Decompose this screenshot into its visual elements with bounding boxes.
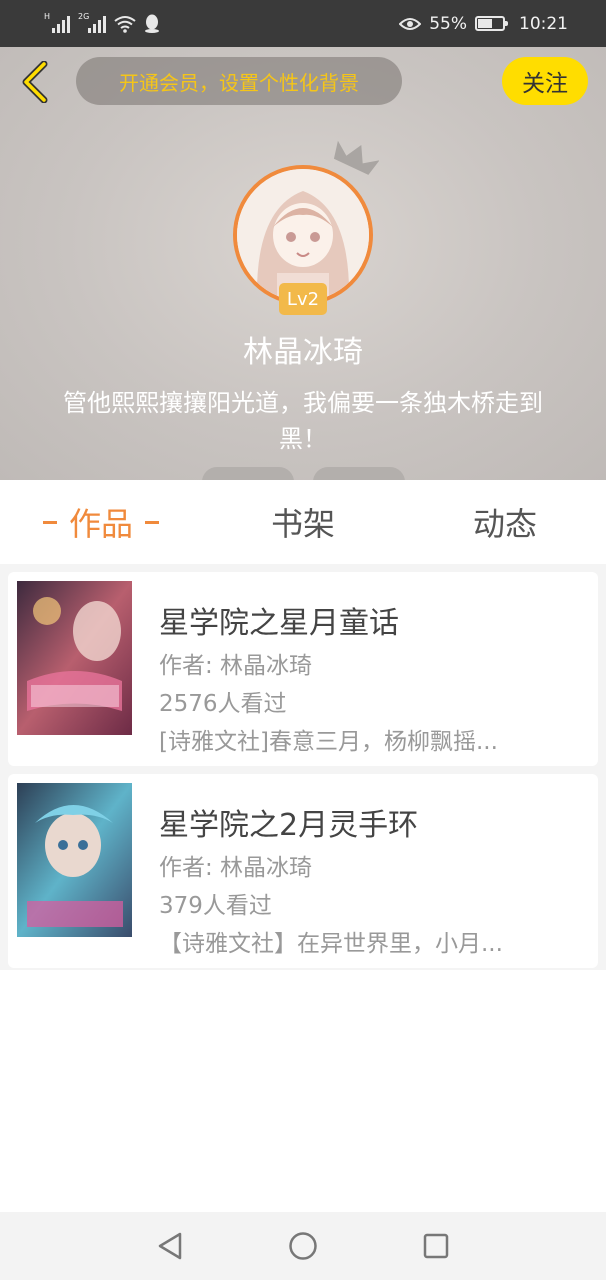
clock: 10:21: [519, 13, 568, 34]
wifi-icon: [114, 15, 136, 33]
book-views: 379人看过: [159, 893, 272, 919]
back-button[interactable]: [14, 57, 54, 107]
user-bio: 管他熙熙攘攘阳光道，我偏要一条独木桥走到黑！: [63, 389, 543, 453]
book-description: [诗雅文社]春意三月，杨柳飘摇...: [159, 729, 498, 755]
battery-percent: 55%: [429, 13, 467, 34]
tab-label: 作品: [68, 505, 133, 543]
level-badge: Lv2: [279, 283, 327, 315]
book-author: 作者: 林晶冰琦: [159, 855, 313, 881]
book-description: 【诗雅文社】在异世界里，小月...: [159, 931, 503, 957]
book-author: 作者: 林晶冰琦: [159, 653, 313, 679]
username: 林晶冰琦: [243, 335, 363, 370]
tab-bookshelf[interactable]: 书架: [202, 480, 404, 564]
signal-icon: 2G: [78, 12, 106, 33]
status-right: 55% 10:21: [399, 14, 568, 34]
status-left: H 2G: [44, 12, 160, 33]
book-views: 2576人看过: [159, 691, 287, 717]
works-list: 星学院之星月童话 作者: 林晶冰琦 2576人看过 [诗雅文社]春意三月，杨柳飘…: [0, 564, 606, 970]
chevron-left-icon: [22, 61, 48, 103]
list-item[interactable]: 星学院之2月灵手环 作者: 林晶冰琦 379人看过 【诗雅文社】在异世界里，小月…: [8, 774, 598, 968]
list-item[interactable]: 星学院之星月童话 作者: 林晶冰琦 2576人看过 [诗雅文社]春意三月，杨柳飘…: [8, 572, 598, 766]
book-title[interactable]: 星学院之2月灵手环: [159, 800, 418, 844]
book-cover-art: [17, 581, 132, 735]
book-title[interactable]: 星学院之星月童话: [159, 598, 399, 642]
home-circle-icon[interactable]: [288, 1231, 318, 1261]
tab-works[interactable]: 作品: [0, 480, 202, 564]
vip-banner-button[interactable]: 开通会员，设置个性化背景: [76, 57, 402, 105]
profile-page: H 2G 55% 10:21 开通会员，设置个性化背景 关注 Lv2 林晶冰琦 …: [0, 0, 606, 1280]
tab-label: 动态: [472, 505, 537, 543]
eye-icon: [399, 17, 422, 30]
book-cover[interactable]: [17, 581, 132, 735]
profile-tabs: 作品 书架 动态: [0, 480, 606, 564]
tab-indicator: [42, 520, 57, 524]
back-triangle-icon[interactable]: [156, 1231, 184, 1261]
recents-square-icon[interactable]: [422, 1232, 450, 1260]
system-nav-bar: [0, 1212, 606, 1280]
header-stat-pill[interactable]: [202, 467, 294, 480]
book-cover-art: [17, 783, 132, 937]
crown-icon: [333, 140, 379, 175]
book-cover[interactable]: [17, 783, 132, 937]
qq-icon: [145, 14, 159, 33]
tab-label: 书架: [270, 505, 335, 543]
profile-header: 开通会员，设置个性化背景 关注 Lv2 林晶冰琦 管他熙熙攘攘阳光道，我偏要一条…: [0, 47, 606, 480]
tab-indicator: [145, 520, 159, 524]
header-stat-pill[interactable]: [313, 467, 405, 480]
battery-icon: [475, 16, 508, 31]
follow-button[interactable]: 关注: [502, 57, 588, 105]
signal-icon: H: [44, 12, 70, 33]
tab-activity[interactable]: 动态: [404, 480, 606, 564]
status-bar: H 2G 55% 10:21: [0, 0, 606, 47]
